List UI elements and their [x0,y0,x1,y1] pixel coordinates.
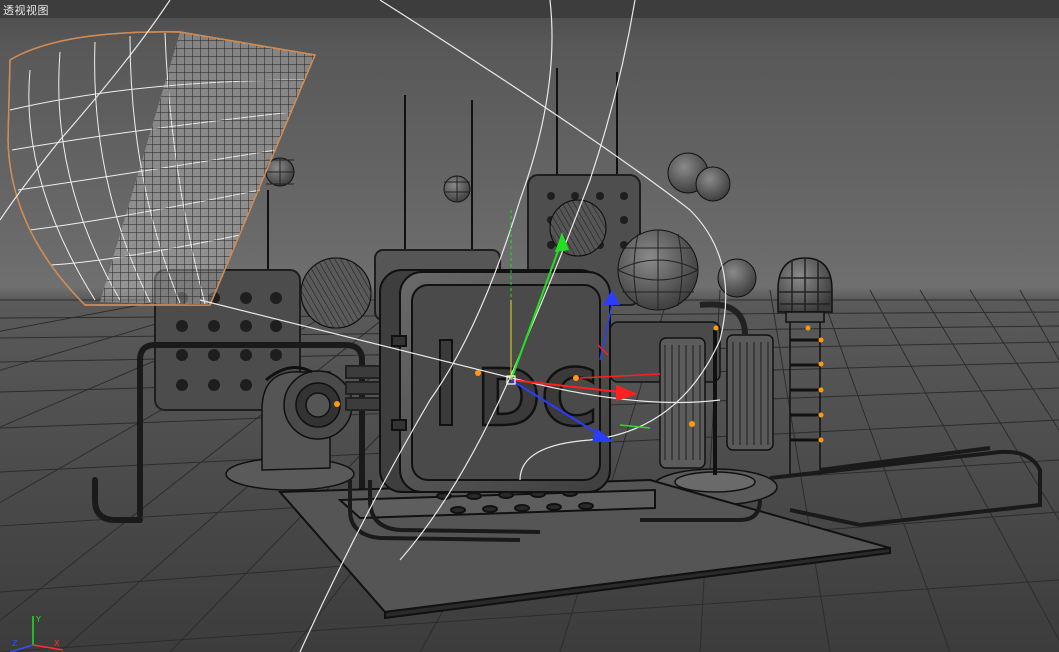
dc-logo-text: DC [476,354,598,444]
axis-label-x: X [54,639,60,648]
view-title: 透视视图 [3,4,49,17]
scene-canvas[interactable]: DC [0,0,1059,652]
axis-indicator: Y X Z [9,615,64,652]
perspective-viewport[interactable]: DC 透视视图 Y X Z [0,0,1059,652]
axis-label-z: Z [12,639,18,648]
axis-label-y: Y [35,615,41,624]
